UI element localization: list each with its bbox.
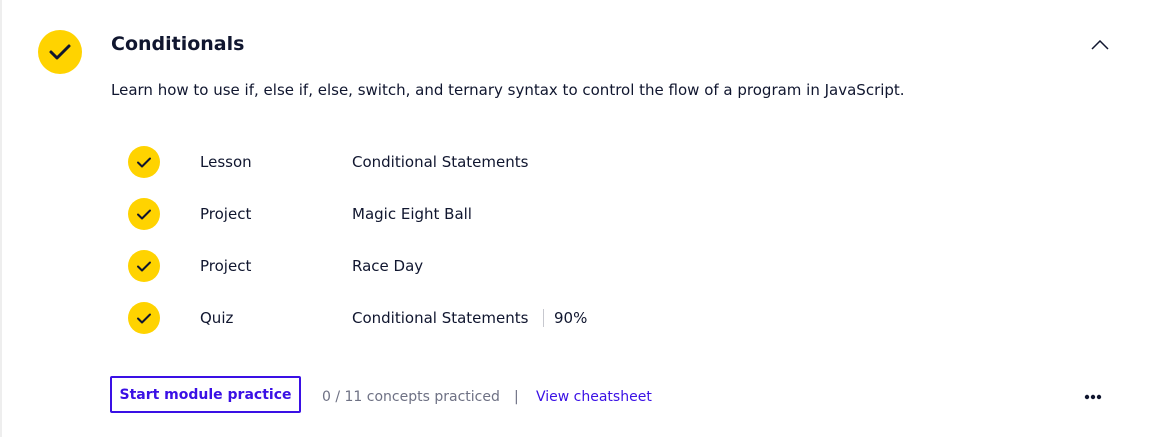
- content-item-row: Lesson Conditional Statements: [128, 146, 828, 178]
- item-type: Quiz: [200, 309, 234, 327]
- item-complete-checkmark-icon: [128, 146, 160, 178]
- content-item-row: Project Race Day: [128, 250, 828, 282]
- item-complete-checkmark-icon: [128, 198, 160, 230]
- item-type: Lesson: [200, 153, 252, 171]
- item-title-link[interactable]: Race Day: [352, 256, 423, 276]
- start-module-practice-button[interactable]: Start module practice: [110, 376, 301, 413]
- content-item-row: Project Magic Eight Ball: [128, 198, 828, 230]
- card-left-border: [0, 0, 2, 437]
- item-complete-checkmark-icon: [128, 302, 160, 334]
- more-options-button[interactable]: [1079, 386, 1107, 408]
- item-title-link[interactable]: Conditional Statements: [352, 152, 528, 172]
- more-horizontal-icon: [1084, 394, 1102, 400]
- item-title-link[interactable]: Conditional Statements: [352, 308, 528, 328]
- score-divider: [543, 309, 544, 327]
- item-title-link[interactable]: Magic Eight Ball: [352, 204, 472, 224]
- module-title: Conditionals: [111, 33, 245, 55]
- item-type: Project: [200, 257, 252, 275]
- collapse-button[interactable]: [1086, 34, 1114, 56]
- quiz-score: 90%: [543, 308, 587, 328]
- footer-separator: |: [514, 389, 519, 405]
- item-type: Project: [200, 205, 252, 223]
- content-item-row: Quiz Conditional Statements 90%: [128, 302, 828, 334]
- module-complete-checkmark-icon: [38, 30, 82, 74]
- concepts-practiced-count: 0 / 11 concepts practiced: [322, 389, 500, 405]
- chevron-up-icon: [1091, 40, 1109, 50]
- module-card: Conditionals Learn how to use if, else i…: [0, 0, 1156, 437]
- quiz-score-value: 90%: [554, 309, 588, 327]
- module-description: Learn how to use if, else if, else, swit…: [111, 81, 905, 99]
- view-cheatsheet-link[interactable]: View cheatsheet: [536, 387, 652, 407]
- item-complete-checkmark-icon: [128, 250, 160, 282]
